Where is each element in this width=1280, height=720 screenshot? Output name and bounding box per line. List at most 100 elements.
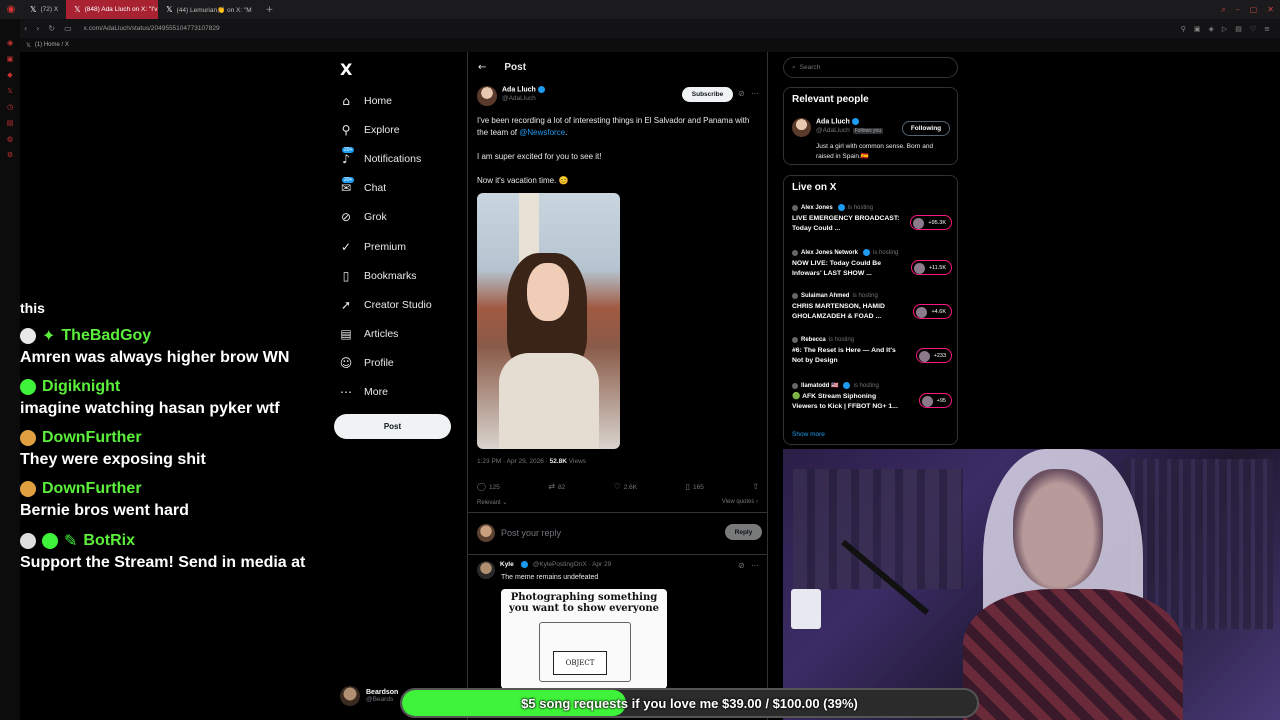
address-field[interactable]: x.com/AdaLluch/status/204955510477310782… (84, 25, 220, 32)
shield-icon[interactable]: ◈ (1208, 25, 1213, 33)
sidebar-icon[interactable]: ▣ (7, 55, 14, 63)
nav-item-more[interactable]: ⋯ More (338, 378, 432, 407)
nav-item-grok[interactable]: ⊘ Grok (338, 203, 432, 232)
menu-icon[interactable]: ≡ (1264, 25, 1270, 33)
sidebar-icon[interactable]: ◉ (7, 39, 13, 47)
reply-action[interactable]: ◯ 125 (477, 482, 500, 491)
live-count[interactable]: +11.5K (910, 260, 952, 275)
nav-item-notifications[interactable]: ♪ 20+ Notifications (338, 144, 432, 173)
close-icon[interactable]: ✕ (1267, 5, 1274, 14)
browser-tab[interactable]: 𝕏 (44) Lemurian👏 on X: "M (158, 0, 260, 19)
is-hosting-label: is hosting (873, 249, 899, 256)
sidebar-icon[interactable]: ◍ (7, 135, 13, 143)
avatar[interactable] (477, 561, 495, 579)
settings-icon[interactable]: ⚙ (7, 151, 13, 159)
nav-item-explore[interactable]: ⚲ Explore (338, 115, 432, 144)
live-count[interactable]: +4.6K (913, 304, 952, 319)
heart-icon[interactable]: ♡ (1250, 25, 1256, 33)
nav-item-creator-studio[interactable]: ➚ Creator Studio (338, 290, 432, 319)
chat-partial-text: this (20, 300, 45, 316)
live-item[interactable]: Alex Jones Network is hosting NOW LIVE: T… (792, 249, 952, 278)
sidebar-icon[interactable]: ◷ (7, 103, 13, 111)
avatar[interactable] (477, 86, 497, 106)
live-item[interactable]: Sulaiman Ahmed is hosting CHRIS MARTENSON… (792, 293, 952, 321)
follows-you-badge: Follows you (852, 128, 884, 135)
avatar (792, 293, 798, 299)
more-options-icon[interactable]: ⋯ (751, 561, 759, 570)
bookmark-item[interactable]: (1) Home / X (35, 42, 69, 48)
repost-action[interactable]: ⇄ 82 (548, 482, 565, 491)
following-button[interactable]: Following (902, 121, 950, 136)
nav-item-articles[interactable]: ▤ Articles (338, 320, 432, 349)
mention-link[interactable]: @Newsforce (519, 128, 565, 137)
search-placeholder: Search (799, 64, 821, 71)
chat-text: Amren was always higher brow WN (20, 349, 290, 366)
post-image[interactable] (477, 193, 620, 449)
post-button[interactable]: Post (334, 414, 451, 439)
new-tab-icon[interactable]: + (266, 5, 274, 15)
avatar[interactable] (340, 686, 360, 706)
person-handle[interactable]: @AdaLluch (816, 127, 850, 134)
play-icon[interactable]: ▷ (1222, 25, 1227, 33)
subscribe-button[interactable]: Subscribe (682, 87, 733, 102)
chat-message: Digiknight imagine watching hasan pyker … (20, 378, 320, 419)
account-switcher[interactable]: Beardson @Beards (340, 686, 398, 706)
live-item[interactable]: Alex Jones is hosting LIVE EMERGENCY BROA… (792, 204, 952, 233)
author-name[interactable]: Ada Lluch (502, 86, 536, 93)
reply-image[interactable]: Photographing something you want to show… (501, 589, 667, 689)
nav-item-chat[interactable]: ✉ 20+ Chat (338, 174, 432, 203)
avatar[interactable] (792, 118, 811, 137)
reply-post[interactable]: Kyle @KylePostingOnX · Apr 29 The meme r… (477, 561, 762, 581)
nav-item-premium[interactable]: ✓ Premium (338, 232, 432, 261)
x-logo[interactable]: X (340, 60, 352, 79)
reply-button[interactable]: Reply (725, 524, 762, 540)
chat-username: DownFurther (42, 429, 142, 446)
live-count[interactable]: +95.3K (910, 215, 952, 230)
grok-icon[interactable]: ⊘ (738, 89, 745, 98)
person-name[interactable]: Ada Lluch (816, 118, 850, 125)
back-icon[interactable]: ‹ (24, 24, 27, 33)
snapshot-icon[interactable]: ▣ (1194, 25, 1201, 33)
post-author[interactable]: Ada Lluch @AdaLluch (477, 86, 545, 106)
browser-tab[interactable]: 𝕏 (72) X (22, 0, 66, 19)
like-action[interactable]: ♡ 2.6K (614, 482, 638, 491)
live-count[interactable]: +95 (918, 393, 952, 408)
chat-message: DownFurther They were exposing shit (20, 429, 320, 470)
account-handle: @Beards (366, 696, 394, 703)
minimize-icon[interactable]: – (1236, 5, 1240, 14)
live-item[interactable]: Rebecca is hosting #6: The Reset is Here … (792, 337, 952, 365)
reply-input[interactable]: Post your reply (501, 528, 561, 538)
sidebar-icon[interactable]: ◆ (7, 71, 12, 79)
live-item[interactable]: llamatodd 🇺🇸 is hosting 🟢 AFK Stream Siph… (792, 382, 952, 411)
post-time[interactable]: 1:23 PM · Apr 29, 2026 · (477, 458, 550, 465)
user-badge-icon (20, 481, 36, 497)
sidebar-icon[interactable]: 𝕏 (7, 87, 13, 95)
browser-tab-active[interactable]: 𝕏 (848) Ada Lluch on X: "I'v (66, 0, 159, 19)
nav-item-bookmarks[interactable]: ▯ Bookmarks (338, 261, 432, 290)
author-handle[interactable]: @AdaLluch (502, 95, 545, 102)
show-more-link[interactable]: Show more (792, 431, 825, 438)
cam-mug (791, 589, 821, 629)
grok-icon[interactable]: ⊘ (738, 561, 745, 570)
more-options-icon[interactable]: ⋯ (751, 89, 759, 98)
wallet-icon[interactable]: ▤ (1235, 25, 1242, 33)
user-badge-icon (20, 532, 36, 549)
sidebar-icon[interactable]: ▤ (7, 119, 14, 127)
bookmark-action[interactable]: ▯ 165 (686, 482, 704, 491)
pin-icon[interactable]: ⚲ (1181, 25, 1186, 33)
browser-menu-icon[interactable]: ◉ (0, 0, 22, 19)
sort-dropdown[interactable]: Relevant ⌄ (477, 499, 507, 506)
nav-item-home[interactable]: ⌂ Home (338, 86, 432, 115)
back-arrow-icon[interactable]: ← (478, 62, 486, 73)
nav-item-profile[interactable]: ☺ Profile (338, 349, 432, 378)
search-input[interactable]: ⌕ Search (783, 57, 958, 78)
view-quotes-link[interactable]: View quotes › (722, 499, 758, 505)
reload-icon[interactable]: ↻ (48, 24, 55, 33)
live-count[interactable]: +233 (915, 348, 952, 363)
maximize-icon[interactable]: ▢ (1250, 5, 1258, 14)
relevant-person[interactable]: Ada Lluch @AdaLluch Follows you Just a gi… (792, 118, 933, 160)
forward-icon[interactable]: › (36, 24, 39, 33)
panel-title: Relevant people (792, 94, 869, 105)
search-tabs-icon[interactable]: ⌕ (1221, 5, 1225, 15)
share-action[interactable]: ⇧ (752, 482, 762, 491)
